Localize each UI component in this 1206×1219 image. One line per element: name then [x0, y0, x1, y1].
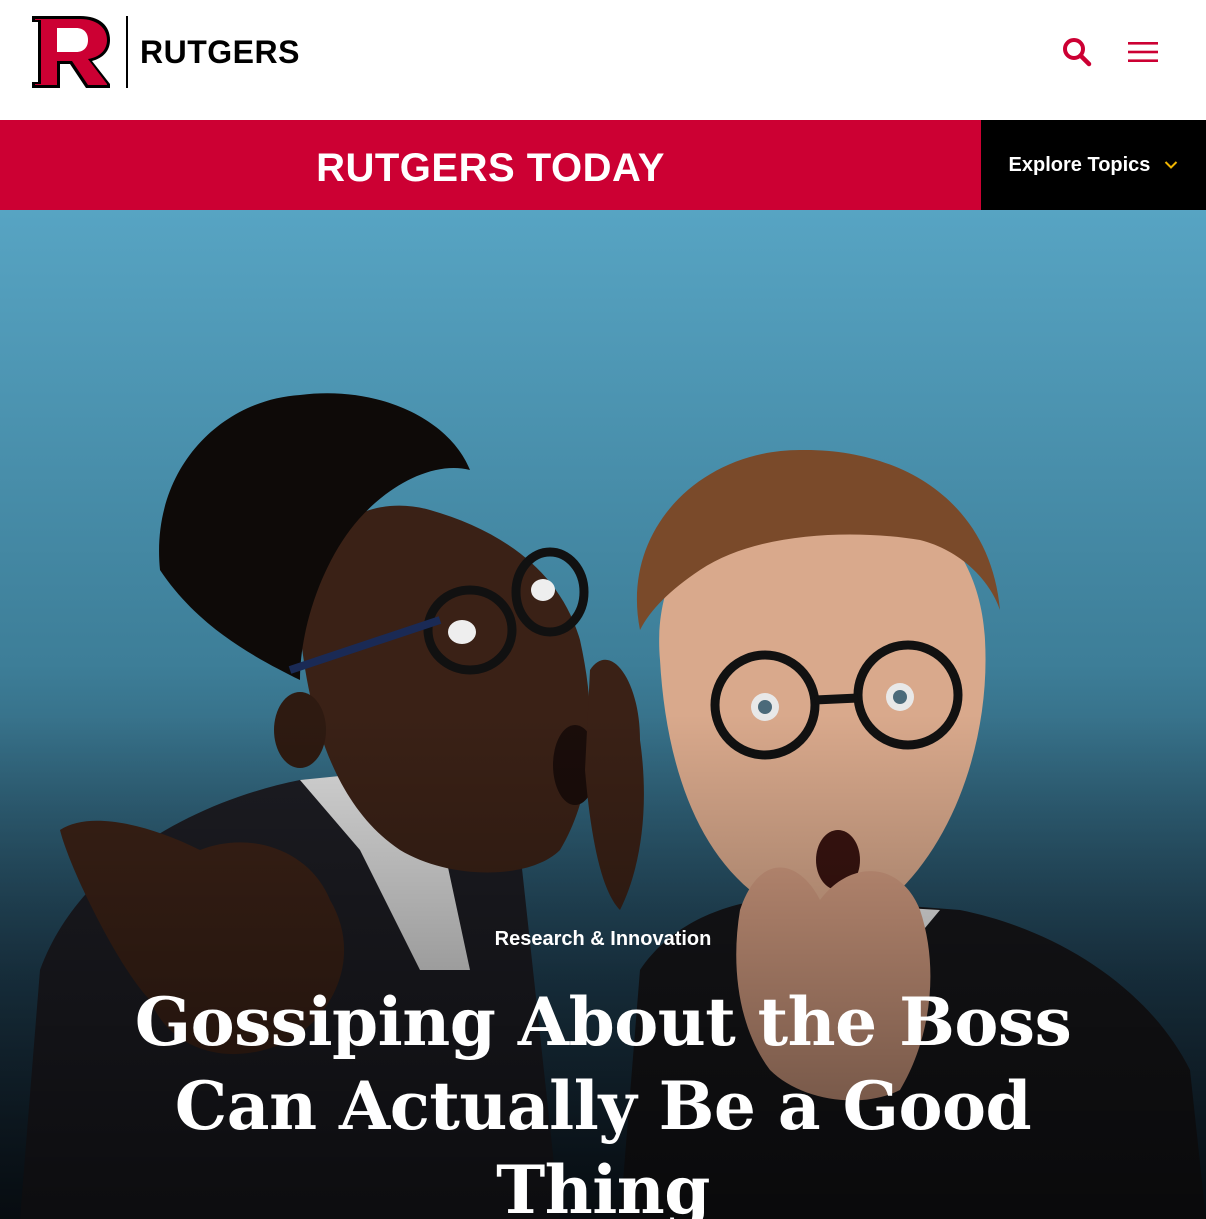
menu-button[interactable] [1121, 30, 1165, 74]
hamburger-menu-icon [1128, 42, 1158, 62]
rutgers-wordmark: RUTGERS [140, 34, 300, 70]
chevron-down-icon [1165, 161, 1178, 169]
explore-topics-label: Explore Topics [1008, 153, 1151, 176]
logo-divider [126, 16, 128, 88]
section-bar: RUTGERS TODAY [0, 120, 981, 210]
hero-text: Research & Innovation Gossiping About th… [0, 210, 1206, 1219]
search-button[interactable] [1055, 30, 1099, 74]
hero: Research & Innovation Gossiping About th… [0, 210, 1206, 1219]
hero-category-link[interactable]: Research & Innovation [0, 928, 1206, 951]
hero-headline[interactable]: Gossiping About the Boss Can Actually Be… [60, 980, 1146, 1219]
explore-topics-button[interactable]: Explore Topics [981, 120, 1206, 210]
section-title[interactable]: RUTGERS TODAY [316, 146, 665, 191]
search-icon [1063, 38, 1092, 67]
site-header: RUTGERS [0, 0, 1206, 120]
rutgers-r-logo [32, 16, 110, 88]
rutgers-logo-link[interactable]: RUTGERS [0, 0, 299, 110]
